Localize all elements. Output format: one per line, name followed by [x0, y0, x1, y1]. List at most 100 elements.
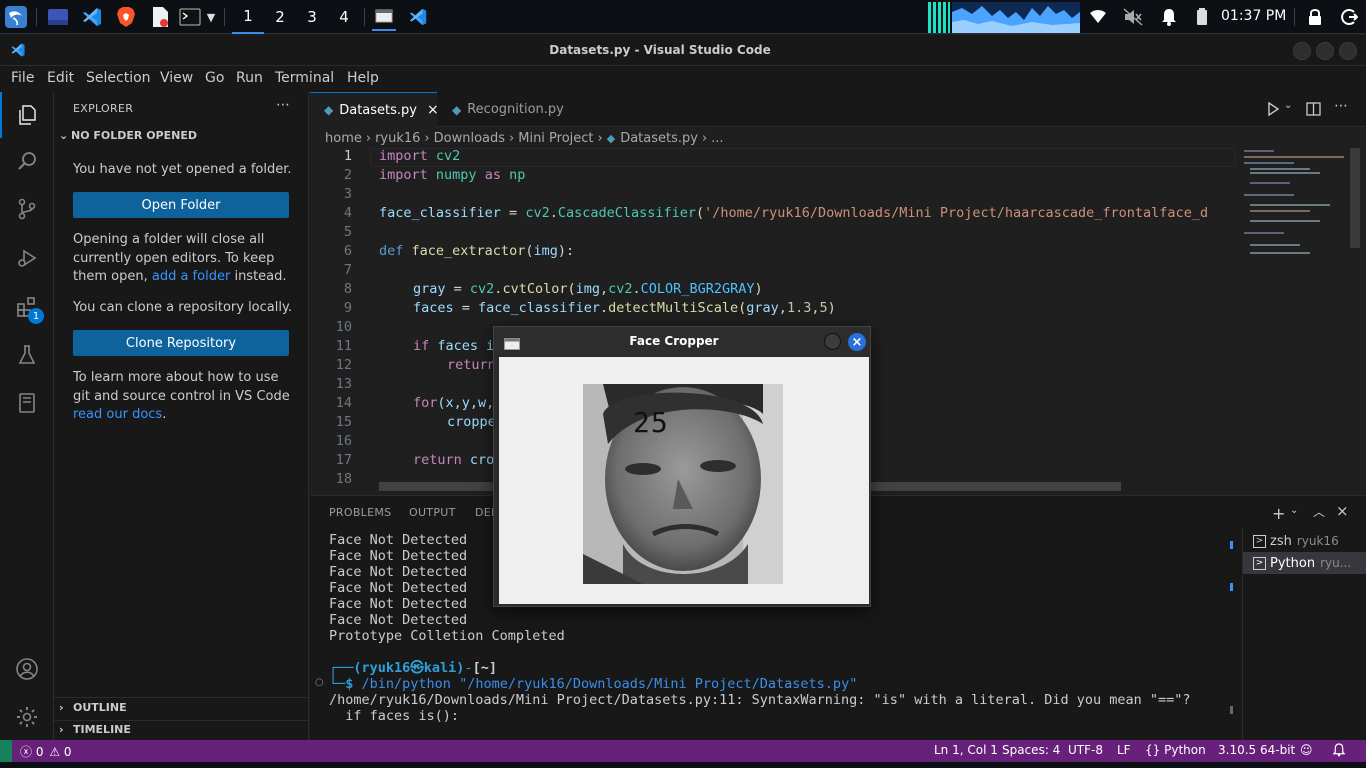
close-tab-icon[interactable]: ×: [427, 102, 439, 118]
run-debug-icon[interactable]: [0, 235, 54, 281]
workspace-1[interactable]: 1: [232, 0, 264, 34]
chevron-right-icon: ›: [365, 130, 372, 146]
accounts-icon[interactable]: [0, 646, 54, 692]
workspace-3[interactable]: 3: [296, 0, 328, 34]
code-token: def: [379, 243, 404, 259]
indentation-status[interactable]: Spaces: 4: [1002, 743, 1060, 757]
code-token: cv2: [427, 148, 461, 164]
brave-browser-icon[interactable]: [114, 5, 138, 29]
code-token: cv2: [608, 281, 633, 297]
clock[interactable]: 01:37 PM: [1221, 8, 1286, 24]
chevron-down-icon[interactable]: ⌄: [1290, 505, 1298, 516]
menu-go[interactable]: Go: [205, 70, 224, 86]
menu-selection[interactable]: Selection: [86, 70, 151, 86]
battery-icon[interactable]: [1190, 5, 1214, 29]
lock-icon[interactable]: [1303, 5, 1327, 29]
more-actions-icon[interactable]: ⋯: [1334, 98, 1348, 114]
face-window-titlebar[interactable]: Face Cropper ×: [494, 327, 870, 355]
text-editor-icon[interactable]: [148, 5, 172, 29]
source-control-icon[interactable]: [0, 186, 54, 232]
logout-icon[interactable]: [1337, 5, 1361, 29]
terminal-item-python[interactable]: > Python ryu...: [1243, 552, 1366, 574]
face-cropper-taskbar-icon[interactable]: [372, 2, 396, 31]
face-cropper-window[interactable]: Face Cropper × 25: [493, 326, 871, 607]
scroll-marker: [1230, 583, 1233, 591]
terminal-item-zsh[interactable]: > zsh ryuk16: [1243, 530, 1366, 552]
tab-output[interactable]: OUTPUT: [409, 506, 456, 519]
encoding-status[interactable]: UTF-8: [1068, 743, 1103, 757]
menu-edit[interactable]: Edit: [47, 70, 74, 86]
notifications-bell-icon[interactable]: [1332, 743, 1346, 760]
workspace-2[interactable]: 2: [264, 0, 296, 34]
warning-icon: ⚠: [49, 745, 61, 759]
vscode-launcher-icon[interactable]: [80, 5, 104, 29]
open-folder-button[interactable]: Open Folder: [73, 192, 289, 218]
read-docs-link[interactable]: read our docs: [73, 407, 162, 422]
code-token: '/home/ryuk16/Downloads/Mini Project/haa…: [704, 205, 1209, 221]
show-desktop-icon[interactable]: [46, 5, 70, 29]
run-python-file-icon[interactable]: [1266, 101, 1280, 120]
menu-terminal[interactable]: Terminal: [275, 70, 334, 86]
search-icon[interactable]: [0, 138, 54, 184]
python-interpreter[interactable]: 3.10.5 64-bit: [1218, 743, 1295, 757]
menu-file[interactable]: File: [11, 70, 34, 86]
terminal-name: zsh: [1270, 533, 1292, 549]
tab-recognition[interactable]: ◆ Recognition.py: [438, 92, 584, 127]
breadcrumb-item[interactable]: ...: [711, 131, 723, 146]
chevron-right-icon: ›: [59, 723, 64, 736]
clone-repository-button[interactable]: Clone Repository: [73, 330, 289, 356]
line-number: 11: [335, 338, 352, 354]
split-editor-icon[interactable]: [1306, 101, 1321, 120]
code-token: faces i: [429, 338, 495, 354]
menu-view[interactable]: View: [160, 70, 193, 86]
remote-explorer-icon[interactable]: [0, 380, 54, 426]
close-button[interactable]: [1339, 42, 1357, 60]
outline-section[interactable]: › OUTLINE: [59, 701, 127, 714]
section-header[interactable]: ⌄ NO FOLDER OPENED: [59, 129, 197, 142]
vscode-taskbar-icon[interactable]: [406, 5, 430, 29]
volume-muted-icon[interactable]: [1121, 5, 1145, 29]
eol-status[interactable]: LF: [1117, 743, 1131, 757]
face-image: 25: [583, 384, 783, 584]
face-window-close-button[interactable]: ×: [848, 333, 866, 351]
workspace-4[interactable]: 4: [328, 0, 360, 34]
minimap[interactable]: [1236, 148, 1348, 492]
code-token: detectMultiScale: [608, 300, 739, 316]
kali-menu-icon[interactable]: [4, 5, 28, 29]
add-folder-link[interactable]: add a folder: [152, 269, 230, 284]
remote-indicator[interactable]: [0, 740, 12, 762]
feedback-icon[interactable]: ☺: [1300, 743, 1313, 757]
chevron-down-icon[interactable]: ⌄: [1284, 100, 1292, 111]
tab-datasets[interactable]: ◆ Datasets.py ×: [310, 92, 439, 127]
chevron-down-icon[interactable]: ▼: [203, 5, 219, 29]
explorer-icon[interactable]: [0, 92, 54, 138]
terminal-launcher-icon[interactable]: [178, 5, 202, 29]
testing-icon[interactable]: [0, 332, 54, 378]
problems-status[interactable]: ⓧ 0 ⚠ 0: [20, 743, 72, 760]
breadcrumb-item[interactable]: Downloads: [434, 131, 505, 146]
breadcrumb-item[interactable]: ryuk16: [375, 131, 420, 146]
timeline-section[interactable]: › TIMELINE: [59, 723, 131, 736]
wifi-icon[interactable]: [1086, 5, 1110, 29]
close-panel-icon[interactable]: ×: [1336, 502, 1349, 520]
new-terminal-icon[interactable]: +: [1272, 504, 1285, 523]
more-actions-icon[interactable]: ⋯: [276, 97, 290, 113]
cursor-position[interactable]: Ln 1, Col 1: [934, 743, 998, 757]
maximize-button[interactable]: [1316, 42, 1334, 60]
minimize-button[interactable]: [1293, 42, 1311, 60]
maximize-panel-icon[interactable]: ︿: [1313, 503, 1325, 520]
code-token: (: [696, 205, 705, 221]
extensions-icon[interactable]: 1: [0, 284, 54, 330]
menu-help[interactable]: Help: [347, 70, 379, 86]
notifications-icon[interactable]: [1157, 5, 1181, 29]
breadcrumb-item[interactable]: Datasets.py: [620, 131, 698, 146]
settings-gear-icon[interactable]: [0, 694, 54, 740]
face-window-maximize-button[interactable]: [824, 333, 841, 350]
breadcrumb-item[interactable]: Mini Project: [518, 131, 593, 146]
breadcrumb-item[interactable]: home: [325, 131, 362, 146]
menu-run[interactable]: Run: [236, 70, 263, 86]
tab-problems[interactable]: PROBLEMS: [329, 506, 391, 519]
language-mode[interactable]: {} Python: [1145, 743, 1206, 757]
code-token: import: [379, 148, 428, 164]
vertical-scrollbar[interactable]: [1350, 148, 1360, 248]
